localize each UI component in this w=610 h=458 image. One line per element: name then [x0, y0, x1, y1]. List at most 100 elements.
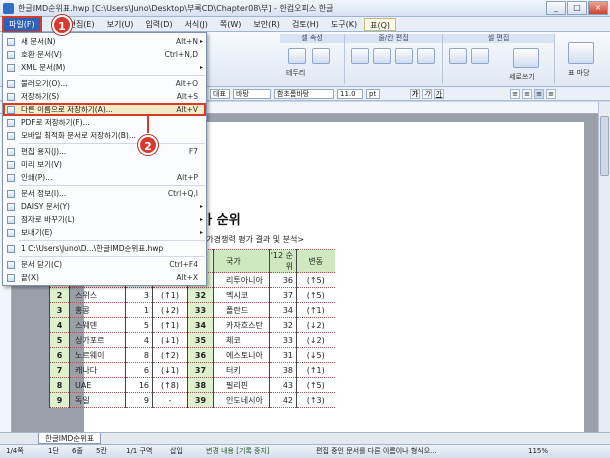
cell-change[interactable]: (↑3) — [296, 392, 335, 408]
cell-change[interactable]: (↑5) — [296, 377, 335, 393]
cell-prev-rank[interactable]: 4 — [125, 332, 153, 348]
bold-button[interactable]: 가 — [410, 89, 420, 99]
cell-country[interactable]: 캐나다 — [69, 362, 126, 378]
cell-prev-rank[interactable]: 3 — [125, 287, 153, 303]
file-menu-item-send[interactable]: 보내기(E) ▸ — [3, 226, 206, 239]
align-justify-icon[interactable]: ≡ — [534, 89, 544, 99]
file-menu-item-page-setup[interactable]: 편집 용지(J)... F7 — [3, 145, 206, 158]
lang-select[interactable]: 대표 — [210, 89, 230, 99]
cell-country[interactable]: 리투아니아 — [213, 272, 270, 288]
cell-change[interactable]: (↓2) — [296, 317, 335, 333]
cell-change[interactable]: (↑1) — [296, 302, 335, 318]
table-row[interactable]: 2 스위스 3 (↑1) 32 멕시코 37 (↑5) — [49, 287, 335, 303]
status-track[interactable]: 변경 내용 [기록 중지] — [206, 445, 270, 458]
cell-country[interactable]: 싱가포르 — [69, 332, 126, 348]
cell-change[interactable]: (↑1) — [296, 362, 335, 378]
cell-fill-icon[interactable] — [312, 48, 330, 64]
cell-prev-rank[interactable]: 5 — [125, 317, 153, 333]
split-cells-icon[interactable] — [471, 48, 489, 64]
cell-prev-rank[interactable]: 36 — [269, 272, 297, 288]
file-menu-item-recent-file[interactable]: 1 C:\Users\Juno\D...\한글IMD순위표.hwp — [3, 242, 206, 255]
cell-rank[interactable]: 5 — [49, 332, 70, 348]
cell-country[interactable]: 독일 — [69, 392, 126, 408]
status-zoom[interactable]: 115% — [528, 445, 548, 458]
menu-tools[interactable]: 도구(K) — [326, 18, 362, 31]
cell-rank[interactable]: 33 — [187, 302, 214, 318]
cell-rank[interactable]: 32 — [187, 287, 214, 303]
menu-insert[interactable]: 입력(D) — [140, 18, 177, 31]
cell-change[interactable]: (↓2) — [296, 332, 335, 348]
cell-country[interactable]: UAE — [69, 377, 126, 393]
cell-change[interactable]: (↑2) — [152, 347, 188, 363]
font-size-input[interactable]: 11.0 — [337, 89, 363, 99]
file-menu-item-save-pdf[interactable]: PDF로 저장하기(F)... — [3, 116, 206, 129]
cell-rank[interactable]: 2 — [49, 287, 70, 303]
table-row[interactable]: 9 독일 9-39 인도네시아 42 (↑3) — [49, 392, 335, 408]
font-select[interactable]: 바탕 — [233, 89, 271, 99]
cell-prev-rank[interactable]: 1 — [125, 302, 153, 318]
underline-button[interactable]: 가 — [434, 89, 444, 99]
cell-rank[interactable]: 3 — [49, 302, 70, 318]
delete-row-icon[interactable] — [395, 48, 413, 64]
maximize-button[interactable]: □ — [567, 1, 587, 15]
menu-review[interactable]: 검토(H) — [287, 18, 324, 31]
cell-prev-rank[interactable]: 32 — [269, 317, 297, 333]
file-menu-item-close-doc[interactable]: 문서 닫기(C) Ctrl+F4 — [3, 258, 206, 271]
cell-country[interactable]: 홍콩 — [69, 302, 126, 318]
table-template-icon[interactable] — [568, 42, 594, 64]
cell-country[interactable]: 폴란드 — [213, 302, 270, 318]
close-button[interactable]: × — [588, 1, 608, 15]
cell-rank[interactable]: 4 — [49, 317, 70, 333]
cell-prev-rank[interactable]: 42 — [269, 392, 297, 408]
file-menu-item-braille[interactable]: 점자로 바꾸기(L) ▸ — [3, 213, 206, 226]
cell-change[interactable]: (↓1) — [152, 362, 188, 378]
cell-rank[interactable]: 6 — [49, 347, 70, 363]
cell-rank[interactable]: 8 — [49, 377, 70, 393]
menu-page[interactable]: 쪽(W) — [215, 18, 247, 31]
sheet-tab[interactable]: 한글IMD순위표 — [38, 433, 101, 444]
cell-prev-rank[interactable]: 16 — [125, 377, 153, 393]
cell-rank[interactable]: 34 — [187, 317, 214, 333]
cell-prev-rank[interactable]: 33 — [269, 332, 297, 348]
cell-country[interactable]: 인도네시아 — [213, 392, 270, 408]
align-right-icon[interactable]: ≡ — [546, 89, 556, 99]
cell-change[interactable]: (↓5) — [296, 347, 335, 363]
cell-change[interactable]: (↑5) — [296, 287, 335, 303]
cell-change[interactable]: (↑5) — [296, 272, 335, 288]
file-menu-item-preview[interactable]: 미리 보기(V) — [3, 158, 206, 171]
merge-cells-icon[interactable] — [449, 48, 467, 64]
cell-prev-rank[interactable]: 6 — [125, 362, 153, 378]
cell-change[interactable]: (↑8) — [152, 377, 188, 393]
font2-select[interactable]: 함초롬바탕 — [274, 89, 334, 99]
cell-change[interactable]: (↓1) — [152, 332, 188, 348]
menu-security[interactable]: 보안(R) — [248, 18, 285, 31]
file-menu-item-daisy[interactable]: DAISY 문서(Y) ▸ — [3, 200, 206, 213]
table-row[interactable]: 3 홍콩 1 (↓2) 33 폴란드 34 (↑1) — [49, 302, 335, 318]
status-mode[interactable]: 삽입 — [170, 445, 183, 458]
cell-prev-rank[interactable]: 34 — [269, 302, 297, 318]
cell-change[interactable]: (↑1) — [152, 317, 188, 333]
file-menu-item-open[interactable]: 불러오기(O)... Alt+O — [3, 77, 206, 90]
cell-prev-rank[interactable]: 31 — [269, 347, 297, 363]
cell-rank[interactable]: 7 — [49, 362, 70, 378]
menu-table[interactable]: 표(Q) — [364, 17, 397, 31]
align-left-icon[interactable]: ≡ — [510, 89, 520, 99]
cell-country[interactable]: 필리핀 — [213, 377, 270, 393]
delete-col-icon[interactable] — [417, 48, 435, 64]
cell-country[interactable]: 노르웨이 — [69, 347, 126, 363]
cell-rank[interactable]: 36 — [187, 347, 214, 363]
cell-rank[interactable]: 35 — [187, 332, 214, 348]
table-row[interactable]: 5 싱가포르 4 (↓1) 35 체코 33 (↓2) — [49, 332, 335, 348]
cell-prev-rank[interactable]: 37 — [269, 287, 297, 303]
cell-country[interactable]: 터키 — [213, 362, 270, 378]
cell-rank[interactable]: 37 — [187, 362, 214, 378]
file-menu-item-save-mobile[interactable]: 모바일 최적화 문서로 저장하기(B)... — [3, 129, 206, 142]
cell-prev-rank[interactable]: 38 — [269, 362, 297, 378]
table-row[interactable]: 8 UAE 16 (↑8) 38 필리핀 43 (↑5) — [49, 377, 335, 393]
file-menu-item-compat-doc[interactable]: 호환 문서(V) Ctrl+N,D — [3, 48, 206, 61]
border-icon[interactable] — [288, 48, 306, 64]
table-row[interactable]: 7 캐나다 6 (↓1) 37 터키 38 (↑1) — [49, 362, 335, 378]
cell-change[interactable]: (↑1) — [152, 287, 188, 303]
cell-rank[interactable]: 9 — [49, 392, 70, 408]
table-row[interactable]: 4 스웨덴 5 (↑1) 34 카자흐스탄 32 (↓2) — [49, 317, 335, 333]
